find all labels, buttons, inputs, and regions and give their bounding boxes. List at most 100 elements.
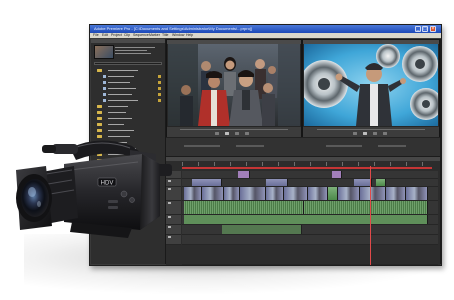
step-forward-button[interactable] [373,132,377,135]
timeline-clip[interactable] [338,187,360,200]
menu-sequence[interactable]: Sequence [133,33,149,38]
export-frame-button[interactable] [383,132,387,135]
jog-slider[interactable] [326,145,362,147]
video-track-2 [182,179,438,187]
panel-divider [440,39,441,264]
project-search-input[interactable] [94,62,162,65]
crowd-scene-image [168,44,300,126]
timeline-clip[interactable] [328,187,338,200]
step-back-button[interactable] [215,132,219,135]
title-bar: Adobe Premiere Pro - [C:\Documents and S… [90,25,441,33]
effect-controls-band [166,137,440,156]
item-name-line [108,112,126,113]
timeline-clip[interactable] [238,171,250,178]
menu-file[interactable]: File [93,33,99,38]
menu-window[interactable]: Window [172,33,184,38]
menu-help[interactable]: Help [186,33,193,38]
timeline-clip[interactable] [406,187,428,200]
program-monitor-controls [303,127,439,137]
insert-button[interactable] [245,132,249,135]
folder-icon [97,129,102,132]
maximize-button[interactable]: □ [422,26,428,32]
timeline-audio-clip[interactable] [184,215,428,224]
video-file-icon [103,75,106,78]
folder-icon [97,105,102,108]
audio-track-3 [182,225,438,235]
item-name-line [108,70,138,71]
program-monitor [302,39,440,137]
label-color-icon [158,93,161,96]
item-name-line [108,88,136,89]
project-info-line [115,47,155,48]
menu-bar: File Edit Project Clip Sequence Marker T… [90,33,441,38]
timeline-clip[interactable] [332,171,342,178]
folder-icon [97,69,102,72]
timeline-clip[interactable] [184,187,202,200]
source-scrub-bar[interactable] [180,129,288,130]
project-panel-tab[interactable] [91,39,165,43]
shuttle-slider[interactable] [236,145,264,147]
item-name-line [108,76,134,77]
video-track-3 [182,171,438,179]
timeline-clip[interactable] [284,187,308,200]
timeline-clip[interactable] [376,179,386,186]
timeline-clip[interactable] [266,179,288,186]
timeline-audio-clip[interactable] [222,225,302,234]
folder-icon [97,123,102,126]
shuttle-slider[interactable] [378,145,406,147]
menu-edit[interactable]: Edit [102,33,108,38]
timeline-clip[interactable] [224,187,240,200]
timeline-clip[interactable] [240,187,266,200]
project-preview-thumbnail [94,45,114,59]
project-info-line [115,50,147,51]
playhead[interactable] [370,166,371,265]
time-ruler[interactable] [182,162,438,166]
jog-slider[interactable] [184,145,220,147]
audio-track-2 [182,215,438,225]
product-composite: Adobe Premiere Pro - [C:\Documents and S… [0,0,454,300]
audio-track-4 [182,235,438,245]
timeline-clip[interactable] [360,187,386,200]
timeline-clip[interactable] [266,187,284,200]
step-back-button[interactable] [353,132,357,135]
timeline-sequence-tab[interactable] [166,157,440,161]
label-color-icon [158,99,161,102]
video-file-icon [103,93,106,96]
timeline-clip[interactable] [308,187,328,200]
item-name-line [108,94,132,95]
video-file-icon [103,81,106,84]
menu-marker[interactable]: Marker [149,33,160,38]
program-scrub-bar[interactable] [316,129,426,130]
timeline-clip[interactable] [202,187,224,200]
hdv-badge: HDV [101,181,114,187]
menu-clip[interactable]: Clip [124,33,130,38]
folder-icon [97,117,102,120]
timeline-audio-clip[interactable] [304,201,428,214]
close-button[interactable]: × [430,26,436,32]
source-monitor-controls [167,127,301,137]
timeline-clip[interactable] [386,187,406,200]
window-title: Adobe Premiere Pro - [C:\Documents and S… [94,26,252,31]
play-button[interactable] [363,132,367,135]
item-name-line [108,106,128,107]
source-monitor-video-frame [168,44,300,126]
timeline-clip[interactable] [192,179,222,186]
item-name-line [108,118,132,119]
hdv-camcorder: HDV [16,140,172,238]
video-track-1 [182,187,438,201]
timeline-panel [166,156,440,265]
item-name-line [108,82,130,83]
step-forward-button[interactable] [235,132,239,135]
menu-project[interactable]: Project [111,33,122,38]
menu-title[interactable]: Title [162,33,168,38]
minimize-button[interactable]: _ [415,26,421,32]
play-button[interactable] [225,132,229,135]
timeline-audio-clip[interactable] [184,201,304,214]
empty-track-area [182,245,438,265]
program-monitor-video-frame [304,44,438,126]
work-area-bar[interactable] [182,167,432,169]
audio-track-1 [182,201,438,215]
video-file-icon [103,87,106,90]
source-monitor [166,39,302,137]
label-color-icon [158,87,161,90]
